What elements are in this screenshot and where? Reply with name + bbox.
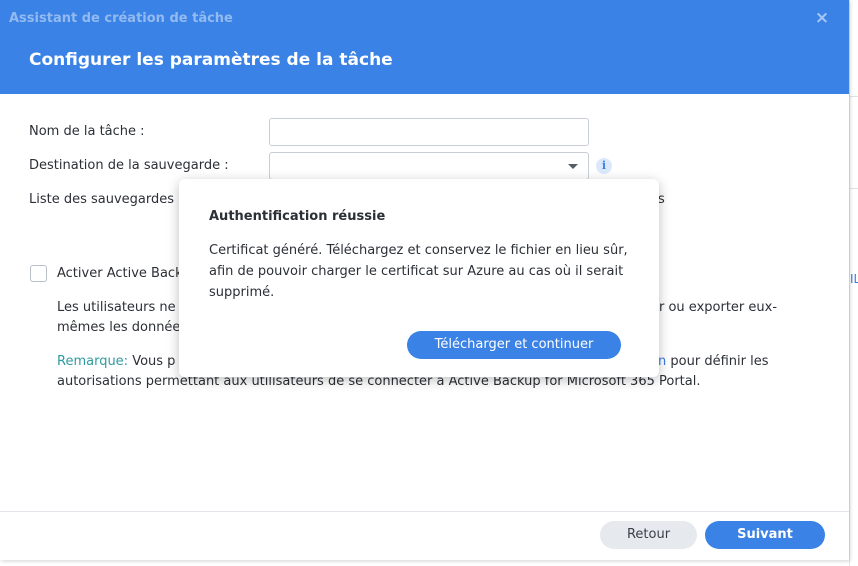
background-divider bbox=[850, 188, 858, 189]
note-text-end: pour définir les bbox=[670, 354, 769, 369]
backup-list-label-tail: s bbox=[658, 192, 665, 207]
footer-divider bbox=[0, 511, 849, 512]
note-link[interactable]: n bbox=[658, 354, 666, 369]
portal-description-end: r ou exporter eux- bbox=[659, 300, 778, 315]
auth-success-dialog: Authentification réussie Certificat géné… bbox=[179, 179, 659, 377]
enable-portal-label[interactable]: Activer Active Back bbox=[57, 264, 183, 284]
back-button[interactable]: Retour bbox=[600, 521, 697, 549]
close-icon[interactable]: × bbox=[813, 8, 831, 28]
next-button[interactable]: Suivant bbox=[705, 521, 825, 549]
info-icon[interactable]: i bbox=[596, 158, 612, 174]
note-text-start: Vous p bbox=[132, 354, 176, 369]
task-name-input[interactable] bbox=[269, 118, 589, 146]
task-name-label: Nom de la tâche : bbox=[29, 124, 145, 139]
background-page-edge: IL bbox=[849, 0, 858, 566]
wizard-header: Assistant de création de tâche × Configu… bbox=[0, 0, 849, 94]
download-continue-button[interactable]: Télécharger et continuer bbox=[407, 331, 621, 359]
dialog-message: Certificat généré. Téléchargez et conser… bbox=[209, 243, 628, 300]
background-divider bbox=[850, 96, 858, 97]
note-line1-end: n pour définir les bbox=[658, 352, 768, 372]
backup-list-label: Liste des sauvegardes bbox=[29, 192, 175, 207]
note-line1: Remarque: Vous p bbox=[57, 352, 175, 372]
dialog-title: Authentification réussie bbox=[209, 209, 386, 224]
enable-portal-checkbox[interactable] bbox=[30, 265, 47, 282]
portal-description-start: Les utilisateurs ne bbox=[57, 300, 176, 315]
page-title: Configurer les paramètres de la tâche bbox=[29, 50, 393, 70]
chevron-down-icon bbox=[568, 164, 578, 169]
destination-select[interactable] bbox=[269, 152, 589, 180]
note-label: Remarque: bbox=[57, 354, 129, 369]
background-text-fragment: IL bbox=[850, 272, 858, 286]
window-title: Assistant de création de tâche bbox=[9, 11, 233, 26]
portal-description-line2: mêmes les donnée bbox=[57, 320, 181, 335]
destination-label: Destination de la sauvegarde : bbox=[29, 158, 229, 173]
